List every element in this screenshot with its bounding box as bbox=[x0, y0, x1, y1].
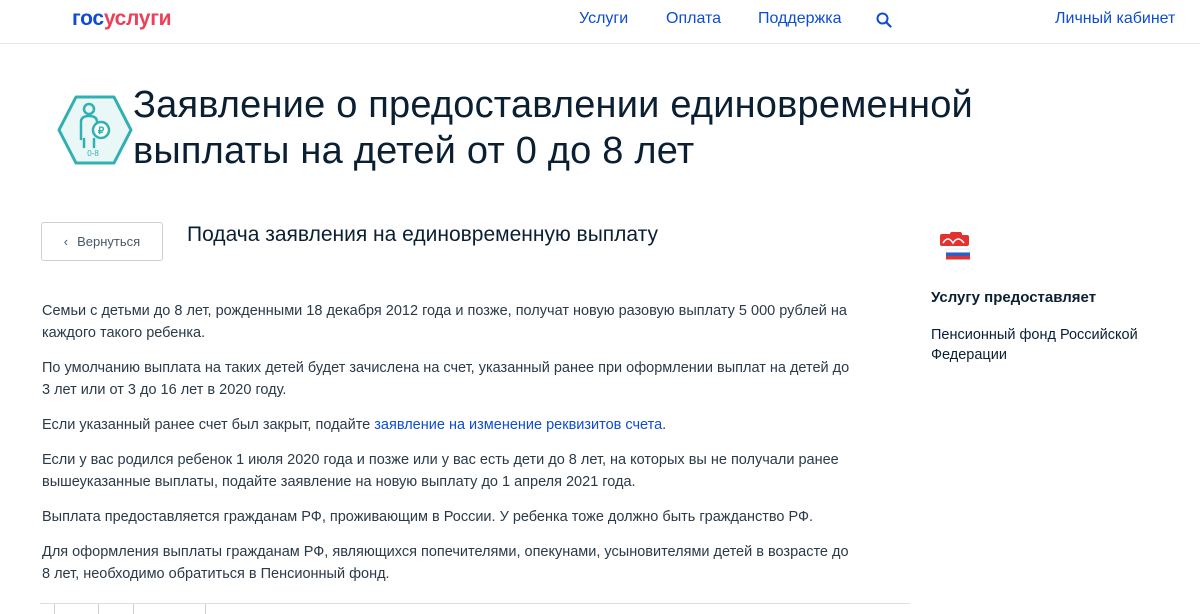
age-range-label: 0-8 bbox=[87, 149, 99, 158]
paragraph-new-application: Если у вас родился ребенок 1 июля 2020 г… bbox=[42, 452, 839, 490]
paragraph-account-closed-text: Если указанный ранее счет был закрыт, по… bbox=[42, 417, 375, 433]
personal-account-link[interactable]: Личный кабинет bbox=[1055, 10, 1175, 28]
top-header: госуслуги Услуги Оплата Поддержка Личный… bbox=[0, 0, 1200, 44]
currency-glyph: ₽ bbox=[98, 126, 105, 137]
chevron-left-icon: ‹ bbox=[63, 234, 69, 249]
gosuslugi-logo[interactable]: госуслуги bbox=[72, 7, 172, 31]
service-description: Семьи с детьми до 8 лет, рожденными 18 д… bbox=[42, 300, 852, 598]
nav-services-link[interactable]: Услуги bbox=[579, 10, 628, 28]
page-title: Заявление о предоставлении единовременно… bbox=[133, 84, 973, 172]
provider-name: Пенсионный фонд Российской Федерации bbox=[931, 327, 1138, 363]
paragraph-default-account: По умолчанию выплата на таких детей буде… bbox=[42, 360, 850, 398]
child-payment-icon: ₽ 0-8 bbox=[57, 95, 133, 165]
search-icon[interactable] bbox=[875, 11, 893, 29]
back-button-label: Вернуться bbox=[77, 234, 141, 249]
nav-support-link[interactable]: Поддержка bbox=[758, 10, 841, 28]
paragraph-eligibility: Семьи с детьми до 8 лет, рожденными 18 д… bbox=[42, 303, 847, 341]
pension-fund-logo bbox=[940, 232, 971, 260]
back-button[interactable]: ‹ Вернуться bbox=[41, 222, 163, 261]
provider-heading: Услугу предоставляет bbox=[931, 289, 1097, 306]
logo-part-gos: гос bbox=[72, 7, 104, 30]
logo-part-uslugi: услуги bbox=[103, 7, 172, 30]
bottom-divider bbox=[40, 603, 910, 614]
paragraph-citizenship: Выплата предоставляется гражданам РФ, пр… bbox=[42, 509, 814, 525]
paragraph-account-closed-end: . bbox=[662, 417, 667, 433]
paragraph-guardians: Для оформления выплаты гражданам РФ, явл… bbox=[42, 544, 849, 582]
paragraph-account-closed: Если указанный ранее счет был закрыт, по… bbox=[42, 414, 852, 436]
section-title: Подача заявления на единовременную выпла… bbox=[187, 223, 659, 246]
change-account-details-link[interactable]: заявление на изменение реквизитов счета bbox=[374, 417, 662, 433]
nav-payment-link[interactable]: Оплата bbox=[666, 10, 721, 28]
